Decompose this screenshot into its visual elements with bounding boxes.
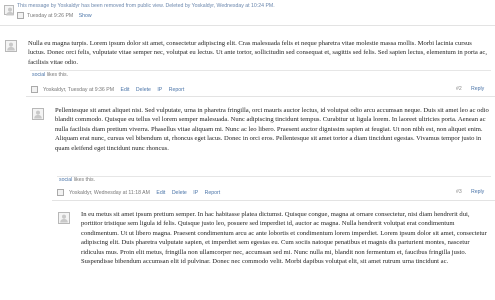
- comment-body: In eu metus sit amet ipsum pretium sempe…: [81, 211, 487, 266]
- user-icon: [6, 7, 14, 16]
- avatar[interactable]: [5, 40, 17, 52]
- likes-summary: social likes this.: [32, 72, 68, 79]
- select-checkbox[interactable]: [57, 189, 64, 196]
- comment-meta: Yoskaldyr, Tuesday at 9:36 PM Edit Delet…: [31, 86, 189, 94]
- avatar[interactable]: [4, 5, 14, 16]
- delete-link[interactable]: Delete: [172, 190, 187, 196]
- divider: [52, 200, 495, 201]
- likes-text: likes this.: [45, 72, 69, 78]
- select-checkbox[interactable]: [31, 86, 38, 93]
- ip-link[interactable]: IP: [157, 87, 162, 93]
- removed-time: Tuesday at 9:26 PM: [27, 12, 74, 19]
- checkbox[interactable]: [17, 12, 24, 19]
- likes-user-link[interactable]: social: [32, 72, 45, 78]
- likes-summary: social likes this.: [59, 177, 95, 184]
- likes-bar: [30, 70, 491, 78]
- show-link[interactable]: Show: [79, 13, 92, 19]
- reply-link[interactable]: Reply: [471, 86, 484, 93]
- user-icon: [7, 42, 15, 51]
- ip-link[interactable]: IP: [193, 190, 198, 196]
- removed-meta: Tuesday at 9:26 PM Show: [17, 12, 92, 20]
- user-icon: [60, 214, 68, 223]
- comment-meta: Yoskaldyr, Wednesday at 11:18 AM Edit De…: [57, 189, 225, 197]
- divider: [0, 25, 495, 26]
- comment-body: Nulla eu magna turpis. Lorem ipsum dolor…: [28, 40, 487, 66]
- edit-link[interactable]: Edit: [121, 87, 130, 93]
- removed-notice: This message by Yoskaldyr has been remov…: [17, 3, 275, 9]
- avatar[interactable]: [32, 108, 44, 120]
- post-time: , Wednesday at 11:18 AM: [91, 189, 150, 196]
- report-link[interactable]: Report: [169, 87, 185, 93]
- report-link[interactable]: Report: [205, 190, 221, 196]
- delete-link[interactable]: Delete: [136, 87, 151, 93]
- comment-number: #2: [456, 86, 462, 92]
- comment-body: Pellentesque sit amet aliquet nisi. Sed …: [55, 107, 489, 152]
- author[interactable]: Yoskaldyr: [43, 87, 65, 93]
- author[interactable]: Yoskaldyr: [69, 190, 91, 196]
- edit-link[interactable]: Edit: [156, 190, 165, 196]
- avatar[interactable]: [58, 212, 70, 224]
- likes-text: likes this.: [72, 177, 96, 183]
- post-time: , Tuesday at 9:36 PM: [65, 86, 115, 93]
- divider: [26, 96, 495, 97]
- user-icon: [34, 110, 42, 119]
- comment-number: #3: [456, 189, 462, 195]
- reply-link[interactable]: Reply: [471, 189, 484, 196]
- likes-bar: [57, 176, 491, 184]
- likes-user-link[interactable]: social: [59, 177, 72, 183]
